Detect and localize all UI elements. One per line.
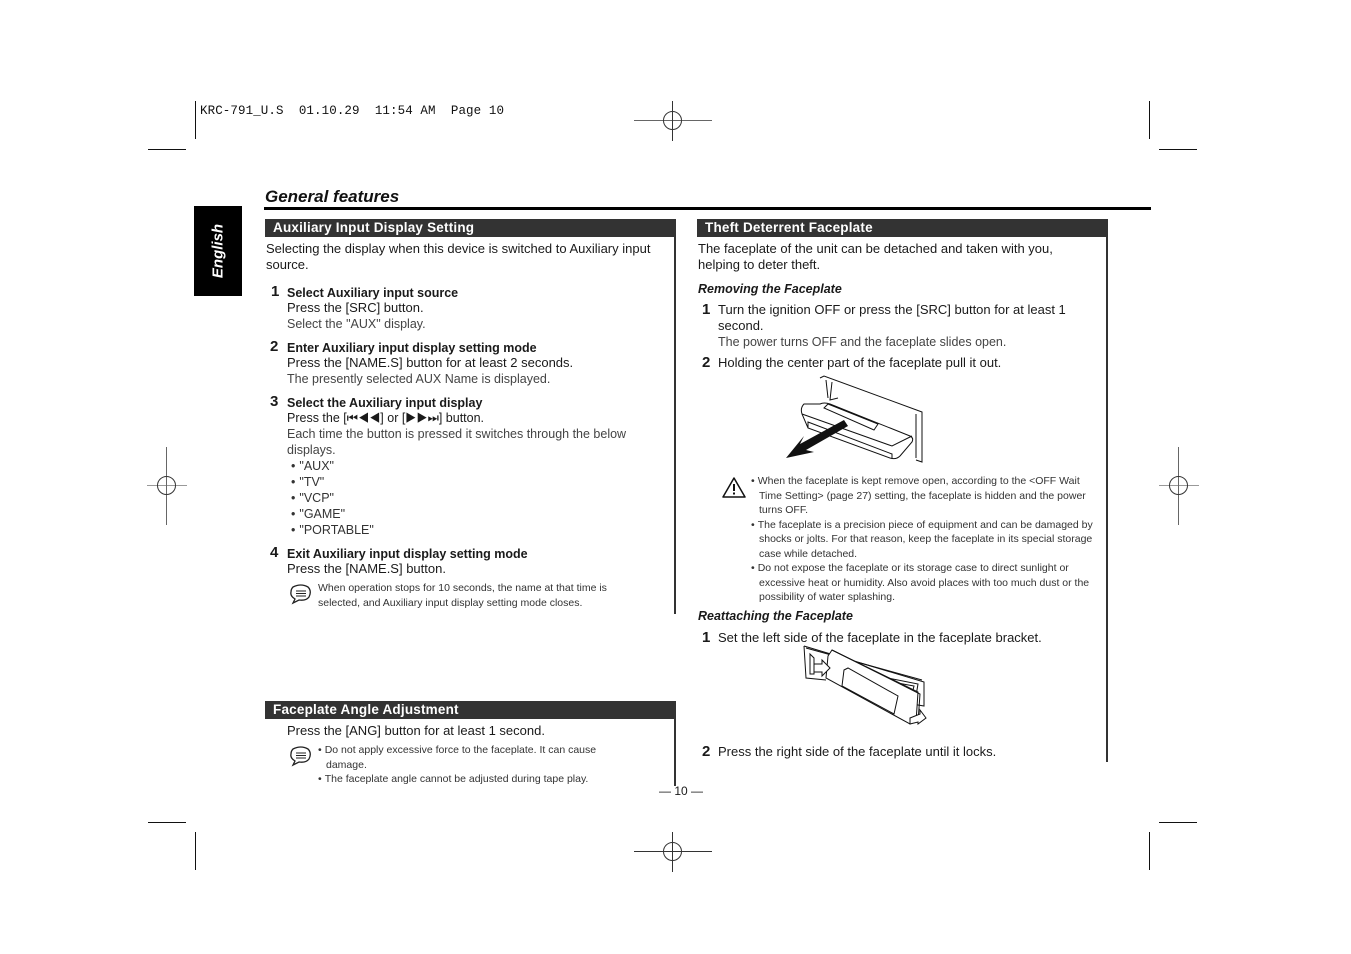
registration-mark-top <box>634 101 712 141</box>
step-text: Turn the ignition OFF or press the [SRC]… <box>718 302 1066 333</box>
step-detail: The power turns OFF and the faceplate sl… <box>718 335 1007 349</box>
step-action: Press the [NAME.S] button. <box>287 561 446 576</box>
step-number: 4 <box>270 544 279 561</box>
step-title: Select the Auxiliary input display <box>287 396 483 410</box>
registration-mark-bottom <box>634 832 712 872</box>
angle-note: The faceplate angle cannot be adjusted d… <box>318 772 638 787</box>
display-option: "VCP" <box>291 490 374 506</box>
step-text: Holding the center part of the faceplate… <box>718 355 1002 370</box>
caution-item: When the faceplate is kept remove open, … <box>751 474 1096 518</box>
crop-mark <box>1149 832 1150 870</box>
step-number: 2 <box>270 338 279 355</box>
reattach-faceplate-illustration <box>803 645 927 725</box>
caution-list: When the faceplate is kept remove open, … <box>751 474 1096 605</box>
crop-mark <box>148 822 186 823</box>
aux-intro: Selecting the display when this device i… <box>266 241 651 272</box>
angle-note: Do not apply excessive force to the face… <box>318 743 638 772</box>
step-detail: The presently selected AUX Name is displ… <box>287 372 551 386</box>
registration-mark-left <box>147 447 187 525</box>
step-text: Press the right side of the faceplate un… <box>718 744 997 759</box>
crop-mark <box>1159 822 1197 823</box>
language-label: English <box>209 223 227 279</box>
column-rule <box>674 701 676 786</box>
caution-item: Do not expose the faceplate or its stora… <box>751 561 1096 605</box>
display-options-list: "AUX" "TV" "VCP" "GAME" "PORTABLE" <box>291 458 374 538</box>
display-option: "GAME" <box>291 506 374 522</box>
step-number: 1 <box>702 629 711 646</box>
step-number: 1 <box>271 283 280 300</box>
column-rule <box>1106 219 1108 762</box>
crop-mark <box>195 832 196 870</box>
crop-mark <box>1159 149 1197 150</box>
theft-intro: The faceplate of the unit can be detache… <box>698 241 1053 272</box>
warning-icon <box>722 477 746 498</box>
step-title: Exit Auxiliary input display setting mod… <box>287 547 528 561</box>
note-icon <box>290 584 311 605</box>
step-action: Press the [NAME.S] button for at least 2… <box>287 355 574 370</box>
page-number: — 10 — <box>659 784 704 798</box>
section-heading-angle: Faceplate Angle Adjustment <box>265 701 676 719</box>
removing-subhead: Removing the Faceplate <box>698 282 842 296</box>
step-title: Enter Auxiliary input display setting mo… <box>287 341 537 355</box>
step-number: 2 <box>702 354 711 371</box>
step-title: Select Auxiliary input source <box>287 286 459 300</box>
printer-slug: KRC-791_U.S 01.10.29 11:54 AM Page 10 <box>200 104 505 118</box>
caution-item: The faceplate is a precision piece of eq… <box>751 518 1096 562</box>
reattaching-subhead: Reattaching the Faceplate <box>698 609 853 623</box>
step-detail: Each time the button is pressed it switc… <box>287 427 627 457</box>
step-action: Press the [⏮◀◀] or [▶▶⏭] button. <box>287 411 485 425</box>
step-action: Press the [SRC] button. <box>287 300 424 315</box>
angle-notes: Do not apply excessive force to the face… <box>318 743 638 787</box>
title-rule <box>264 207 1151 210</box>
crop-mark <box>195 101 196 139</box>
crop-mark <box>148 149 186 150</box>
language-tab: English <box>194 206 242 296</box>
aux-note: When operation stops for 10 seconds, the… <box>318 582 607 609</box>
page-title: General features <box>265 187 400 206</box>
display-option: "AUX" <box>291 458 374 474</box>
crop-mark <box>1149 101 1150 139</box>
registration-mark-right <box>1159 447 1199 525</box>
column-rule <box>674 219 676 614</box>
angle-action: Press the [ANG] button for at least 1 se… <box>287 723 545 738</box>
step-number: 1 <box>702 301 711 318</box>
display-option: "TV" <box>291 474 374 490</box>
step-detail: Select the "AUX" display. <box>287 317 426 331</box>
note-icon <box>290 746 311 767</box>
remove-faceplate-illustration <box>786 375 923 463</box>
step-number: 3 <box>270 393 279 410</box>
section-heading-theft: Theft Deterrent Faceplate <box>697 219 1108 237</box>
display-option: "PORTABLE" <box>291 522 373 538</box>
section-heading-aux: Auxiliary Input Display Setting <box>265 219 676 237</box>
step-number: 2 <box>702 743 711 760</box>
